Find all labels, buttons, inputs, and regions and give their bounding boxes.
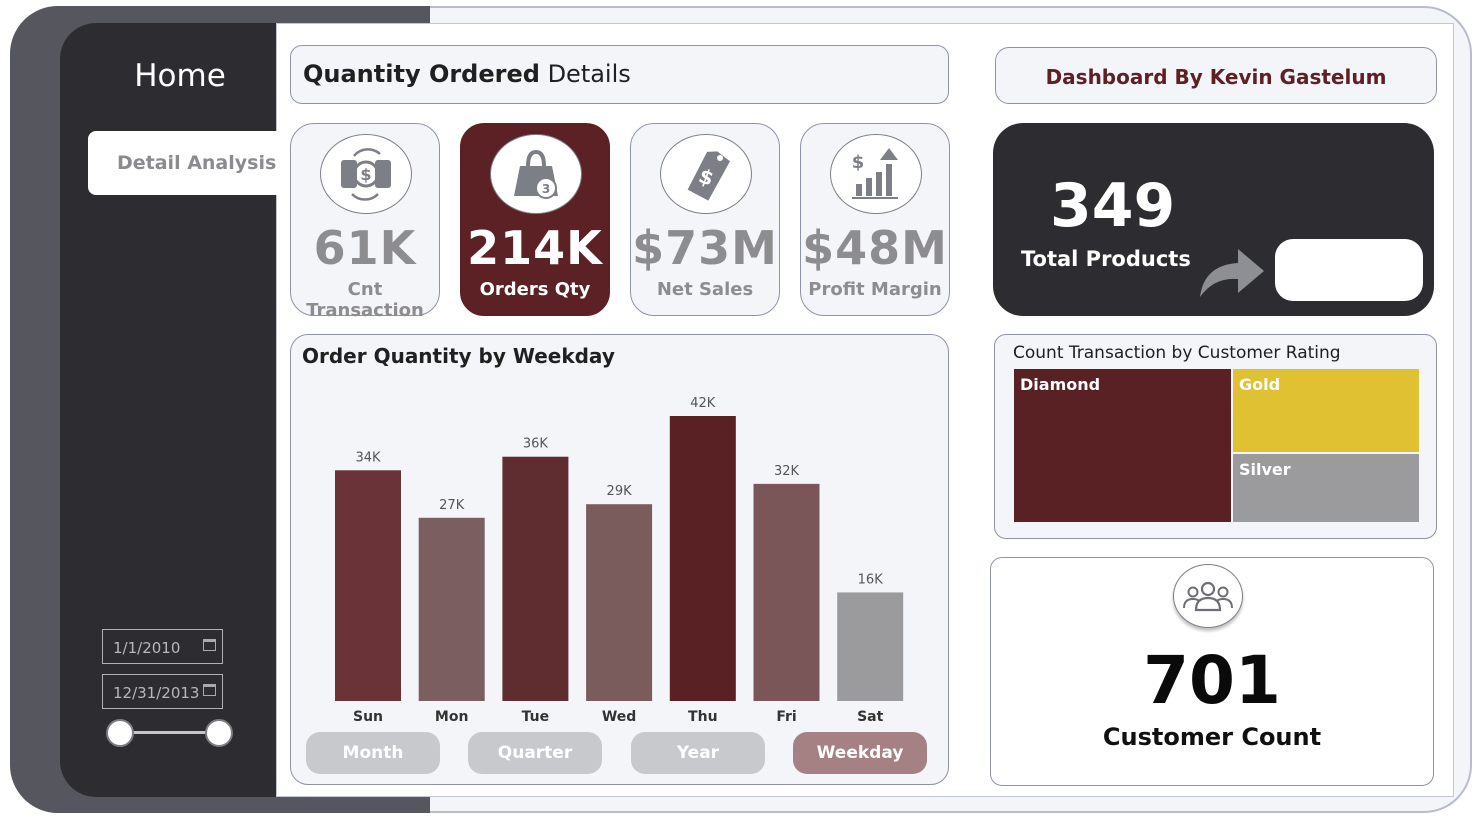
date-slider-start-handle[interactable] bbox=[106, 719, 134, 747]
kpi-profit-margin: $ $48M Profit Margin bbox=[800, 123, 950, 316]
kpi-label: Profit Margin bbox=[808, 279, 942, 300]
x-tick-label: Thu bbox=[688, 709, 717, 725]
bar-sun[interactable] bbox=[335, 470, 401, 701]
customer-count-card: 701 Customer Count bbox=[990, 557, 1434, 786]
customer-rating-treemap: Count Transaction by Customer Rating Dia… bbox=[994, 334, 1437, 539]
author-credit: Dashboard By Kevin Gastelum bbox=[995, 47, 1437, 104]
treemap-title: Count Transaction by Customer Rating bbox=[1013, 343, 1341, 363]
x-tick-label: Tue bbox=[522, 709, 549, 725]
kpi-orders-qty: 3 214K Orders Qty bbox=[460, 123, 610, 316]
treemap-tile-silver[interactable]: Silver bbox=[1233, 454, 1419, 522]
svg-text:$: $ bbox=[360, 165, 371, 184]
x-tick-label: Fri bbox=[776, 709, 796, 725]
users-group-icon bbox=[1173, 564, 1243, 628]
data-label: 29K bbox=[607, 484, 633, 499]
curved-arrow-icon bbox=[1200, 249, 1264, 297]
page-title-bold: Quantity Ordered bbox=[303, 60, 540, 88]
end-date-value: 12/31/2013 bbox=[113, 684, 200, 702]
bar-thu[interactable] bbox=[669, 416, 736, 701]
detail-analysis-tab[interactable]: Detail Analysis bbox=[88, 131, 294, 195]
total-products-label: Total Products bbox=[1021, 247, 1191, 271]
data-label: 42K bbox=[690, 396, 716, 411]
data-label: 32K bbox=[774, 464, 800, 479]
bar-sat[interactable] bbox=[837, 592, 904, 701]
kpi-label: Net Sales bbox=[656, 279, 754, 300]
x-tick-label: Mon bbox=[435, 709, 469, 725]
total-products-action-button[interactable] bbox=[1275, 239, 1423, 301]
svg-text:$: $ bbox=[852, 152, 865, 173]
quarter-button[interactable]: Quarter bbox=[468, 732, 602, 774]
data-label: 16K bbox=[858, 572, 884, 587]
month-button[interactable]: Month bbox=[306, 732, 440, 774]
bar-fri[interactable] bbox=[753, 483, 820, 701]
customer-count-value: 701 bbox=[1143, 642, 1281, 719]
kpi-value: $73M bbox=[632, 221, 778, 275]
price-tag-icon: $ bbox=[660, 134, 752, 214]
kpi-value: 214K bbox=[467, 221, 603, 275]
growth-chart-icon: $ bbox=[830, 134, 922, 214]
x-tick-label: Wed bbox=[602, 709, 636, 725]
start-date-value: 1/1/2010 bbox=[113, 639, 181, 657]
page-title-rest: Details bbox=[539, 60, 631, 88]
order-quantity-chart: Order Quantity by Weekday 34K Sun 27K Mon 36… bbox=[290, 334, 949, 785]
page-title: Quantity Ordered Details bbox=[290, 45, 949, 104]
data-label: 36K bbox=[523, 437, 549, 452]
x-tick-label: Sat bbox=[857, 709, 884, 725]
bar-wed[interactable] bbox=[586, 504, 653, 701]
kpi-label: Cnt Transaction bbox=[306, 279, 424, 321]
treemap-tile-diamond[interactable]: Diamond bbox=[1014, 369, 1231, 522]
date-slider-end-handle[interactable] bbox=[205, 719, 233, 747]
calendar-icon[interactable] bbox=[203, 639, 216, 651]
total-products-card: 349 Total Products bbox=[993, 123, 1434, 316]
weekday-button[interactable]: Weekday bbox=[793, 732, 927, 774]
svg-text:3: 3 bbox=[542, 182, 550, 196]
treemap-tile-gold[interactable]: Gold bbox=[1233, 369, 1419, 452]
home-nav-link[interactable]: Home bbox=[60, 58, 300, 94]
calendar-icon[interactable] bbox=[203, 684, 216, 696]
bar-chart-plot: 34K Sun 27K Mon 36K Tue 29K Wed 42K Thu 32K Fri 16K S… bbox=[335, 396, 904, 725]
bar-tue[interactable] bbox=[502, 456, 569, 701]
kpi-cnt-transaction: $ 61K Cnt Transaction bbox=[290, 123, 440, 321]
data-label: 27K bbox=[439, 498, 465, 513]
data-label: 34K bbox=[355, 450, 381, 465]
kpi-value: 61K bbox=[313, 221, 417, 275]
year-button[interactable]: Year bbox=[631, 732, 765, 774]
start-date-input[interactable]: 1/1/2010 bbox=[102, 629, 223, 664]
kpi-value: $48M bbox=[802, 221, 948, 275]
total-products-value: 349 bbox=[1050, 171, 1176, 241]
end-date-input[interactable]: 12/31/2013 bbox=[102, 674, 223, 709]
kpi-net-sales: $ $73M Net Sales bbox=[630, 123, 780, 316]
kpi-label: Orders Qty bbox=[479, 279, 591, 300]
customer-count-label: Customer Count bbox=[1102, 723, 1322, 751]
x-tick-label: Sun bbox=[353, 709, 383, 725]
shopping-bag-icon: 3 bbox=[490, 134, 582, 214]
money-exchange-icon: $ bbox=[320, 134, 412, 214]
bar-mon[interactable] bbox=[418, 517, 485, 701]
